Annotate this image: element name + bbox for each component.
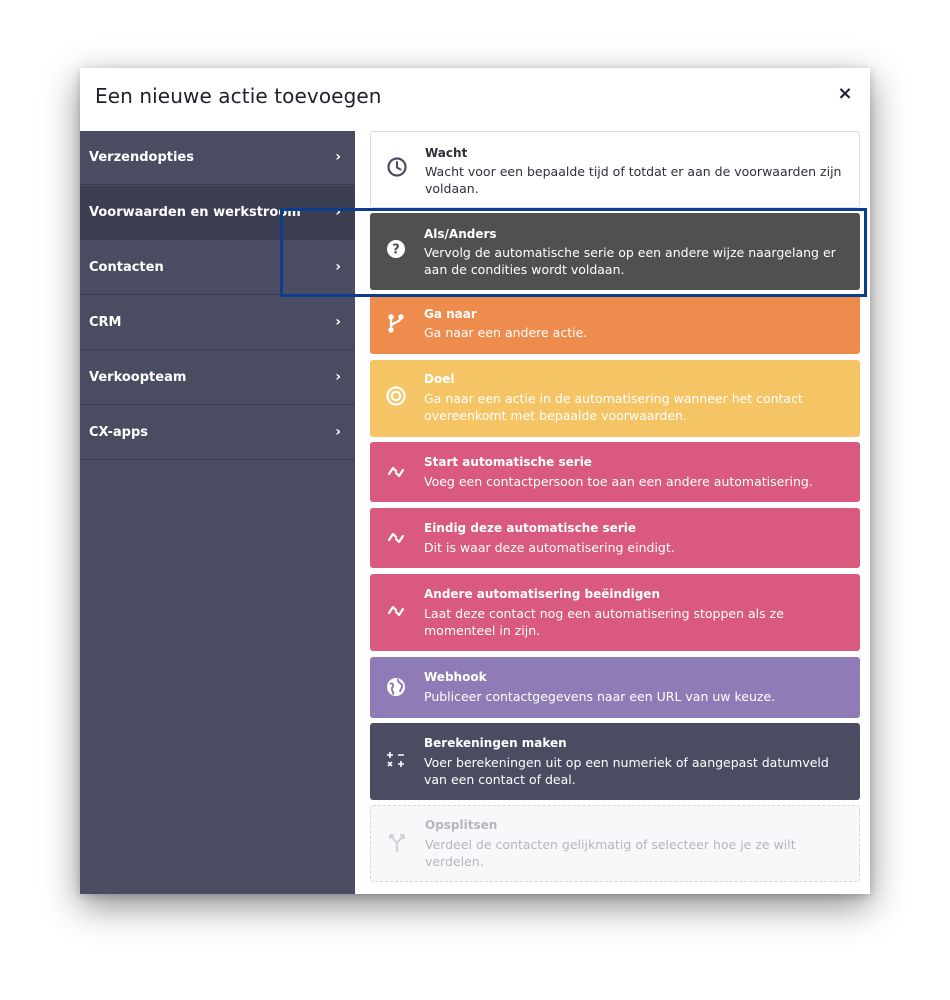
sidebar-item-verkoopteam[interactable]: Verkoopteam › bbox=[80, 351, 355, 405]
action-title: Start automatische serie bbox=[424, 455, 592, 469]
sidebar-item-label: Verkoopteam bbox=[89, 370, 187, 385]
sidebar-item-cx-apps[interactable]: CX-apps › bbox=[80, 406, 355, 460]
action-description: Publiceer contactgegevens naar een URL v… bbox=[424, 689, 776, 704]
action-title: Doel bbox=[424, 372, 455, 386]
action-description: Ga naar een andere actie. bbox=[424, 325, 588, 340]
action-title: Andere automatisering beëindigen bbox=[424, 587, 660, 601]
action-card-berekeningen-maken[interactable]: Berekeningen maken Voer berekeningen uit… bbox=[370, 723, 860, 800]
action-card-ga-naar[interactable]: Ga naar Ga naar een andere actie. bbox=[370, 295, 860, 354]
action-card-wacht[interactable]: Wacht Wacht voor een bepaalde tijd of to… bbox=[370, 131, 860, 208]
sidebar-item-crm[interactable]: CRM › bbox=[80, 296, 355, 350]
action-description: Voer berekeningen uit op een numeriek of… bbox=[424, 755, 829, 787]
sidebar-item-contacten[interactable]: Contacten › bbox=[80, 241, 355, 295]
clock-icon bbox=[386, 156, 408, 178]
modal-title: Een nieuwe actie toevoegen bbox=[95, 84, 382, 108]
category-sidebar: Verzendopties › Voorwaarden en werkstroo… bbox=[80, 131, 355, 894]
sidebar-item-label: CRM bbox=[89, 315, 122, 330]
sidebar-item-verzendopties[interactable]: Verzendopties › bbox=[80, 131, 355, 185]
target-icon bbox=[385, 385, 407, 407]
action-description: Voeg een contactpersoon toe aan een ande… bbox=[424, 474, 813, 489]
chevron-right-icon: › bbox=[335, 149, 341, 165]
action-description: Vervolg de automatische serie op een and… bbox=[424, 245, 836, 277]
action-list: Wacht Wacht voor een bepaalde tijd of to… bbox=[355, 131, 870, 894]
chevron-right-icon: › bbox=[335, 259, 341, 275]
chevron-right-icon: › bbox=[335, 204, 341, 220]
action-card-eindig-deze-automatische-serie[interactable]: Eindig deze automatische serie Dit is wa… bbox=[370, 508, 860, 568]
action-description: Dit is waar deze automatisering eindigt. bbox=[424, 540, 675, 555]
sync-icon bbox=[385, 461, 407, 483]
action-description: Wacht voor een bepaalde tijd of totdat e… bbox=[425, 164, 842, 196]
action-card-start-automatische-serie[interactable]: Start automatische serie Voeg een contac… bbox=[370, 442, 860, 502]
sync-icon bbox=[385, 527, 407, 549]
chevron-right-icon: › bbox=[335, 369, 341, 385]
action-title: Webhook bbox=[424, 670, 487, 684]
action-card-opsplitsen: Opsplitsen Verdeel de contacten gelijkma… bbox=[370, 805, 860, 882]
action-description: Verdeel de contacten gelijkmatig of sele… bbox=[425, 837, 796, 869]
close-button[interactable]: × bbox=[834, 82, 856, 106]
action-title: Eindig deze automatische serie bbox=[424, 521, 636, 535]
action-description: Laat deze contact nog een automatisering… bbox=[424, 606, 784, 638]
question-icon: ? bbox=[385, 238, 407, 260]
modal-header: Een nieuwe actie toevoegen × bbox=[80, 68, 870, 131]
action-card-als-anders[interactable]: ? Als/Anders Vervolg de automatische ser… bbox=[370, 213, 860, 290]
action-title: Als/Anders bbox=[424, 227, 497, 241]
action-title: Ga naar bbox=[424, 307, 477, 321]
sidebar-item-label: Contacten bbox=[89, 260, 164, 275]
branch-icon bbox=[385, 312, 407, 334]
split-icon bbox=[386, 832, 408, 854]
sidebar-item-label: CX-apps bbox=[89, 425, 149, 440]
sidebar-item-label: Voorwaarden en werkstroom bbox=[89, 205, 301, 220]
action-title: Opsplitsen bbox=[425, 818, 498, 832]
chevron-right-icon: › bbox=[335, 314, 341, 330]
action-description: Ga naar een actie in de automatisering w… bbox=[424, 391, 803, 423]
sync-icon bbox=[385, 600, 407, 622]
action-card-doel[interactable]: Doel Ga naar een actie in de automatiser… bbox=[370, 360, 860, 437]
svg-text:?: ? bbox=[392, 243, 400, 258]
action-title: Wacht bbox=[425, 146, 468, 160]
sidebar-item-voorwaarden-en-werkstroom[interactable]: Voorwaarden en werkstroom › bbox=[80, 186, 355, 240]
action-card-andere-automatisering-beeindigen[interactable]: Andere automatisering beëindigen Laat de… bbox=[370, 574, 860, 651]
action-title: Berekeningen maken bbox=[424, 736, 567, 750]
calculator-icon bbox=[385, 749, 407, 771]
close-icon[interactable]: × bbox=[837, 83, 852, 104]
chevron-right-icon: › bbox=[335, 424, 341, 440]
action-card-webhook[interactable]: Webhook Publiceer contactgegevens naar e… bbox=[370, 657, 860, 718]
globe-icon bbox=[385, 676, 407, 698]
sidebar-item-label: Verzendopties bbox=[89, 150, 194, 165]
add-action-modal: Een nieuwe actie toevoegen × Verzendopti… bbox=[80, 68, 870, 894]
